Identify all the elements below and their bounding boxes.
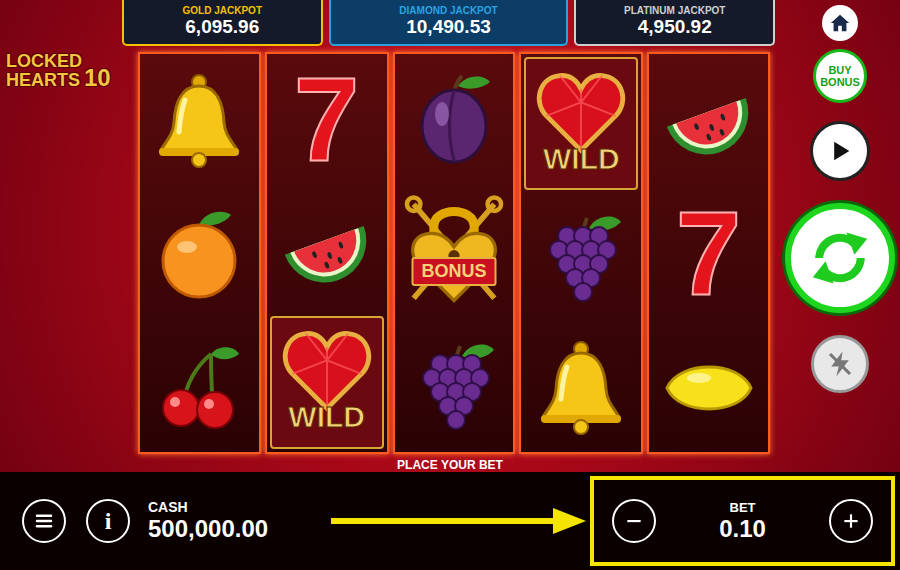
- reel-cell: WILD: [524, 57, 638, 190]
- bet-value: 0.10: [719, 515, 766, 543]
- bonus-text: BONUS: [411, 257, 496, 286]
- spin-arrows-icon: [800, 218, 880, 298]
- reel-cell: [649, 319, 768, 452]
- reel: WILD: [519, 52, 643, 454]
- status-message: PLACE YOUR BET: [120, 458, 780, 472]
- wild-text: WILD: [526, 142, 636, 176]
- bell-icon: [149, 70, 249, 170]
- reel-cell: [649, 54, 768, 187]
- side-controls: BUYBONUS: [780, 0, 900, 472]
- buy-bonus-text: BONUS: [820, 76, 860, 88]
- seven-symbol: 7: [294, 60, 360, 178]
- grape-icon: [404, 336, 504, 436]
- reel: 7: [647, 52, 770, 454]
- spin-button[interactable]: [785, 203, 895, 313]
- bonus-symbol: BONUS: [396, 193, 512, 313]
- jackpot-label: GOLD JACKPOT: [183, 5, 262, 16]
- plus-icon: [841, 511, 861, 531]
- jackpot-value: 6,095.96: [185, 16, 259, 38]
- seven-text: 7: [294, 60, 360, 178]
- watermelon-icon: [277, 198, 377, 298]
- left-column: LOCKEDHEARTS10: [0, 0, 120, 472]
- buy-bonus-text: BUY: [828, 64, 851, 76]
- logo-text: LOCKED: [6, 52, 82, 71]
- reel-cell: [267, 183, 387, 312]
- seven-symbol: 7: [676, 194, 742, 312]
- cherry-icon: [149, 336, 249, 436]
- jackpot-panel: GOLD JACKPOT6,095.96: [122, 0, 323, 46]
- home-icon: [829, 12, 851, 34]
- reel-cell: [521, 323, 641, 452]
- lightning-icon: [825, 349, 855, 379]
- reel-cell: 7: [649, 187, 768, 320]
- home-button[interactable]: [822, 5, 858, 41]
- game-logo: LOCKEDHEARTS10: [6, 52, 120, 90]
- plum-icon: [404, 70, 504, 170]
- reels: 7 WILD BONUS WILD 7: [138, 52, 770, 454]
- bottom-bar: i CASH500,000.00 BET0.10: [0, 472, 900, 570]
- cash-value: 500,000.00: [148, 515, 268, 543]
- slot-game-screen: LOCKEDHEARTS10GOLD JACKPOT6,095.96DIAMON…: [0, 0, 900, 570]
- cash-label: CASH: [148, 499, 268, 515]
- grape-icon: [531, 208, 631, 308]
- reel-cell: 7: [267, 54, 387, 183]
- seven-text: 7: [676, 194, 742, 312]
- wild-symbol: WILD: [272, 322, 382, 442]
- padlock-icon: [398, 193, 510, 305]
- wild-text: WILD: [272, 400, 382, 434]
- reel: 7 WILD: [265, 52, 389, 454]
- minus-icon: [624, 511, 644, 531]
- jackpot-value: 10,490.53: [406, 16, 491, 38]
- reel: BONUS: [393, 52, 516, 454]
- reel: [138, 52, 261, 454]
- jackpot-value: 4,950.92: [638, 16, 712, 38]
- reel-cell: [521, 193, 641, 322]
- bet-control: BET0.10: [590, 476, 895, 566]
- cash-display: CASH500,000.00: [148, 499, 268, 543]
- menu-icon: [33, 510, 55, 532]
- reel-cell: [140, 54, 259, 187]
- bet-label: BET: [730, 500, 756, 515]
- turbo-button[interactable]: [811, 335, 869, 393]
- decrease-bet-button[interactable]: [612, 499, 656, 543]
- reel-cell: [140, 319, 259, 452]
- reel-cell: BONUS: [395, 187, 514, 320]
- autoplay-button[interactable]: [810, 121, 870, 181]
- watermelon-icon: [659, 70, 759, 170]
- info-icon: i: [105, 508, 112, 535]
- play-icon: [826, 137, 854, 165]
- reel-cell: [395, 319, 514, 452]
- jackpot-label: DIAMOND JACKPOT: [399, 5, 497, 16]
- jackpot-panel: DIAMOND JACKPOT10,490.53: [329, 0, 569, 46]
- pointer-arrow-icon: [331, 506, 586, 536]
- jackpot-panel: PLATINUM JACKPOT4,950.92: [574, 0, 775, 46]
- lemon-icon: [659, 336, 759, 436]
- bell-icon: [531, 337, 631, 437]
- logo-text: HEARTS: [6, 71, 82, 90]
- buy-bonus-button[interactable]: BUYBONUS: [813, 49, 867, 103]
- info-button[interactable]: i: [86, 499, 130, 543]
- jackpot-bar: GOLD JACKPOT6,095.96DIAMOND JACKPOT10,49…: [122, 0, 775, 46]
- reel-cell: [140, 187, 259, 320]
- jackpot-label: PLATINUM JACKPOT: [624, 5, 725, 16]
- reel-cell: WILD: [270, 316, 384, 449]
- game-area: GOLD JACKPOT6,095.96DIAMOND JACKPOT10,49…: [120, 0, 780, 472]
- reel-cell: [395, 54, 514, 187]
- logo-number: 10: [84, 66, 111, 90]
- orange-icon: [149, 203, 249, 303]
- menu-button[interactable]: [22, 499, 66, 543]
- wild-symbol: WILD: [526, 64, 636, 184]
- increase-bet-button[interactable]: [829, 499, 873, 543]
